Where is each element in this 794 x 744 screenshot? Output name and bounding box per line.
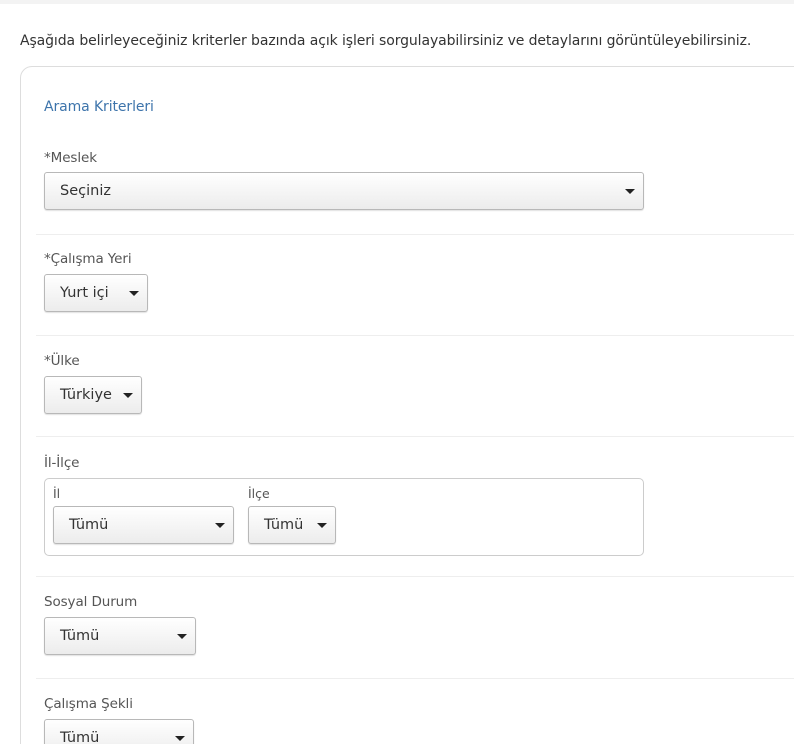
ilce-select-value: Tümü (264, 517, 304, 533)
caret-down-icon (175, 736, 185, 741)
sosyal-durum-select-value: Tümü (60, 628, 100, 644)
search-criteria-panel: Arama Kriterleri *Meslek Seçiniz *Çalışm… (20, 66, 794, 744)
caret-down-icon (317, 523, 327, 528)
calisma-yeri-select[interactable]: Yurt içi (44, 274, 148, 312)
ulke-label: *Ülke (44, 353, 80, 369)
ilce-select[interactable]: Tümü (248, 506, 336, 544)
il-select[interactable]: Tümü (53, 506, 234, 544)
divider (36, 436, 794, 437)
required-mark: * (44, 150, 51, 166)
panel-title: Arama Kriterleri (44, 99, 154, 115)
caret-down-icon (177, 634, 187, 639)
divider (36, 678, 794, 679)
divider (36, 335, 794, 336)
top-bar (0, 0, 794, 4)
ulke-select-value: Türkiye (60, 387, 112, 403)
caret-down-icon (215, 523, 225, 528)
il-ilce-label: İl-İlçe (44, 455, 80, 471)
calisma-sekli-label: Çalışma Şekli (44, 696, 133, 712)
sosyal-durum-select[interactable]: Tümü (44, 617, 196, 655)
caret-down-icon (129, 291, 139, 296)
calisma-sekli-select[interactable]: Tümü (44, 719, 194, 744)
caret-down-icon (625, 189, 635, 194)
caret-down-icon (123, 393, 133, 398)
il-select-value: Tümü (69, 517, 109, 533)
il-label: İl (53, 486, 61, 501)
sosyal-durum-label: Sosyal Durum (44, 594, 138, 610)
divider (36, 576, 794, 577)
intro-text: Aşağıda belirleyeceğiniz kriterler bazın… (20, 33, 752, 49)
ilce-label: İlçe (248, 486, 270, 501)
ulke-select[interactable]: Türkiye (44, 376, 142, 414)
meslek-select[interactable]: Seçiniz (44, 172, 644, 210)
calisma-yeri-select-value: Yurt içi (60, 285, 109, 301)
divider (36, 234, 794, 235)
calisma-sekli-select-value: Tümü (60, 730, 100, 744)
il-ilce-group: İl Tümü İlçe Tümü (44, 478, 644, 556)
meslek-select-value: Seçiniz (60, 183, 111, 199)
required-mark: * (44, 353, 51, 369)
calisma-yeri-label: *Çalışma Yeri (44, 251, 132, 267)
required-mark: * (44, 251, 51, 267)
meslek-label: *Meslek (44, 150, 97, 166)
